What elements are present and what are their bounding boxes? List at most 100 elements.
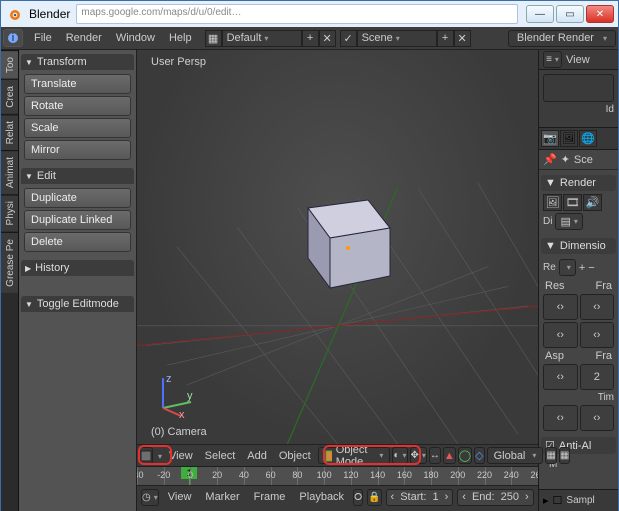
time-remap-field[interactable]: ‹›: [580, 405, 615, 431]
frame-start-field[interactable]: ‹›: [580, 294, 615, 320]
mode-selector[interactable]: Object Mode: [318, 447, 391, 464]
layout-name[interactable]: Default: [222, 30, 302, 47]
timeline-tick: 220: [477, 470, 492, 480]
context-path: ✦: [561, 153, 570, 166]
menu-render[interactable]: Render: [59, 27, 109, 49]
editor-type-timeline-icon[interactable]: ◷: [141, 489, 159, 506]
preset-add-icon[interactable]: +: [579, 262, 585, 274]
outliner-view-label[interactable]: View: [566, 54, 590, 66]
panel-toggle-editmode-header[interactable]: ▼Toggle Editmode: [21, 296, 134, 312]
manipulator-rotate-icon[interactable]: ◯: [458, 447, 472, 464]
scene-browse-icon[interactable]: ✓: [340, 30, 357, 47]
3d-view-header: View Select Add Object Object Mode ◐ ✥ ↔…: [137, 444, 538, 466]
editor-type-chevron-icon[interactable]: [155, 450, 162, 462]
vp-menu-view[interactable]: View: [164, 445, 198, 466]
expand-icon[interactable]: ▸: [543, 494, 549, 507]
tl-menu-frame[interactable]: Frame: [249, 491, 291, 503]
timeline-tick: 140: [370, 470, 385, 480]
default-cube[interactable]: [278, 178, 398, 293]
manipulator-translate-icon[interactable]: ▲: [443, 447, 456, 464]
res-y-field[interactable]: ‹›: [543, 322, 578, 348]
tab-grease-pencil[interactable]: Grease Pe: [1, 232, 18, 293]
preset-remove-icon[interactable]: −: [588, 262, 594, 274]
scene-remove-button[interactable]: ✕: [454, 30, 471, 47]
frame-end-field[interactable]: ‹›: [580, 322, 615, 348]
editor-type-outliner-icon[interactable]: ≡: [543, 51, 562, 68]
btn-mirror[interactable]: Mirror: [24, 140, 131, 160]
render-engine-selector[interactable]: Blender Render: [508, 30, 616, 47]
tl-menu-marker[interactable]: Marker: [200, 491, 244, 503]
fps-field[interactable]: 2: [580, 364, 615, 390]
tab-render-layers-icon[interactable]: 🖼: [560, 130, 578, 147]
menu-file[interactable]: File: [27, 27, 59, 49]
res-x-field[interactable]: ‹›: [543, 294, 578, 320]
scene-name[interactable]: Scene: [357, 30, 437, 47]
editor-type-3dview-icon[interactable]: [139, 447, 153, 464]
screen-layout-selector[interactable]: ▦ Default + ✕: [205, 30, 336, 47]
app-icon: [9, 6, 25, 22]
menu-help[interactable]: Help: [162, 27, 199, 49]
maximize-button[interactable]: ▭: [556, 5, 584, 23]
vp-menu-add[interactable]: Add: [242, 445, 272, 466]
btn-rotate[interactable]: Rotate: [24, 96, 131, 116]
shading-mode-button[interactable]: ◐: [392, 447, 407, 464]
tab-scene-icon[interactable]: 🌐: [579, 130, 597, 147]
panel-render[interactable]: ▼Render: [541, 175, 616, 191]
toolshelf-tabs[interactable]: Too Crea Relat Animat Physi Grease Pe: [1, 50, 19, 511]
vp-menu-object[interactable]: Object: [274, 445, 316, 466]
scene-selector[interactable]: ✓ Scene + ✕: [340, 30, 471, 47]
aspect-y-field[interactable]: ‹›: [543, 405, 578, 431]
aspect-x-field[interactable]: ‹›: [543, 364, 578, 390]
panel-transform-header[interactable]: ▼Transform: [21, 54, 134, 70]
render-audio-button[interactable]: 🔊: [583, 194, 602, 211]
tab-create[interactable]: Crea: [1, 79, 18, 114]
keying-set-icon[interactable]: 🔒: [367, 489, 381, 506]
end-frame-field[interactable]: ‹ End: 250 ›: [457, 489, 533, 506]
menu-window[interactable]: Window: [109, 27, 162, 49]
tl-menu-playback[interactable]: Playback: [294, 491, 349, 503]
layout-add-button[interactable]: +: [302, 30, 319, 47]
preset-select[interactable]: [559, 259, 576, 276]
manipulator-toggle[interactable]: ↔: [429, 447, 441, 464]
tab-tools[interactable]: Too: [1, 50, 18, 79]
3d-viewport[interactable]: User Persp: [137, 50, 538, 444]
display-mode-select[interactable]: ▤: [555, 213, 582, 230]
timeline-ruler[interactable]: 1 -40-2002040608010012014016018020022024…: [137, 467, 538, 486]
tab-relations[interactable]: Relat: [1, 114, 18, 150]
pivot-point-button[interactable]: ✥: [410, 447, 427, 464]
tl-menu-view[interactable]: View: [163, 491, 197, 503]
minimize-button[interactable]: —: [526, 5, 554, 23]
auto-keyframe-icon[interactable]: ⭘: [353, 489, 363, 506]
render-anim-button[interactable]: 🎞: [563, 194, 582, 211]
tab-render-icon[interactable]: 📷: [541, 130, 559, 147]
btn-delete[interactable]: Delete: [24, 232, 131, 252]
layout-remove-button[interactable]: ✕: [319, 30, 336, 47]
btn-translate[interactable]: Translate: [24, 74, 131, 94]
layers-button-2[interactable]: ▦: [559, 447, 570, 464]
close-button[interactable]: ✕: [586, 5, 614, 23]
tab-animation[interactable]: Animat: [1, 150, 18, 194]
vp-menu-select[interactable]: Select: [200, 445, 241, 466]
panel-edit-header[interactable]: ▼Edit: [21, 168, 134, 184]
panel-history-header[interactable]: ▶History: [21, 260, 134, 276]
context-sce: Sce: [574, 154, 593, 166]
orientation-selector[interactable]: Global: [487, 447, 544, 464]
pin-icon[interactable]: 📌: [543, 153, 557, 166]
toolshelf: ▼Transform Translate Rotate Scale Mirror…: [19, 50, 137, 511]
btn-duplicate[interactable]: Duplicate: [24, 188, 131, 208]
scene-add-button[interactable]: +: [437, 30, 454, 47]
timeline-tick: 160: [397, 470, 412, 480]
editor-type-info-icon[interactable]: i: [3, 29, 23, 47]
btn-duplicate-linked[interactable]: Duplicate Linked: [24, 210, 131, 230]
tab-physics[interactable]: Physi: [1, 194, 18, 231]
panel-dimensions[interactable]: ▼Dimensio: [541, 238, 616, 254]
layout-browse-icon[interactable]: ▦: [205, 30, 222, 47]
btn-scale[interactable]: Scale: [24, 118, 131, 138]
manipulator-scale-icon[interactable]: ◇: [474, 447, 484, 464]
display-label: Di: [543, 216, 552, 227]
properties-context-tabs[interactable]: 📷 🖼 🌐: [539, 128, 618, 150]
render-image-button[interactable]: 🖼: [543, 194, 562, 211]
start-frame-field[interactable]: ‹ Start: 1 ›: [386, 489, 454, 506]
panel-transform-title: Transform: [37, 56, 87, 68]
layers-button[interactable]: ▦: [545, 447, 556, 464]
